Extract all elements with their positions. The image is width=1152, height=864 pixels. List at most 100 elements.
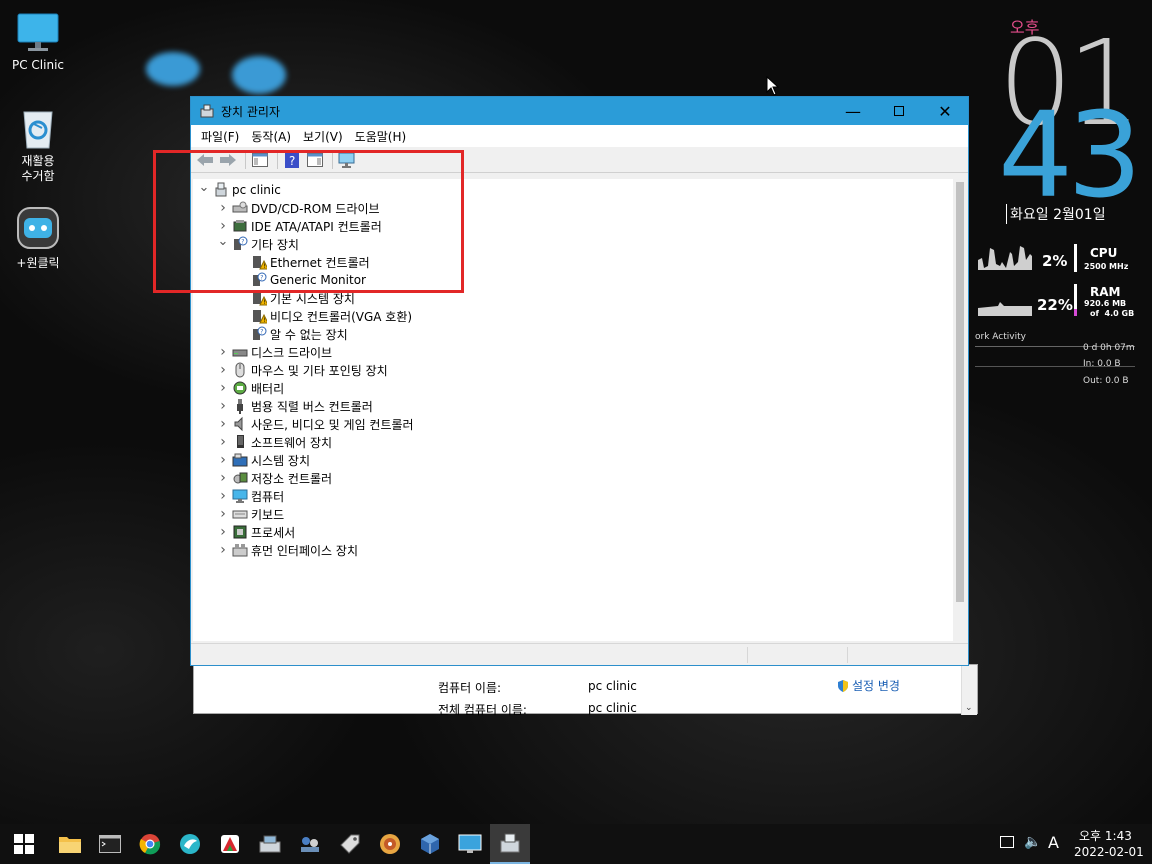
- disc-icon: [380, 834, 400, 854]
- tree-node[interactable]: › 범용 직렬 버스 컨트롤러: [216, 397, 373, 415]
- taskbar-disk-utility[interactable]: [330, 824, 370, 864]
- ram-graph: [978, 302, 1032, 316]
- taskbar-device-manager[interactable]: [490, 824, 530, 864]
- ram-used: 920.6 MB: [1084, 299, 1127, 308]
- hid-device-icon: [232, 542, 248, 558]
- taskbar-chrome[interactable]: [130, 824, 170, 864]
- usb-device-icon: [232, 398, 248, 414]
- unknown-device-icon: ?: [251, 326, 267, 342]
- minimize-button[interactable]: —: [830, 97, 876, 125]
- tree-node-label: 소프트웨어 장치: [251, 435, 333, 450]
- taskbar-remote-desktop[interactable]: [450, 824, 490, 864]
- ram-percent: 22%: [1037, 296, 1073, 314]
- terminal-icon: [99, 835, 121, 853]
- red-app-icon: [221, 835, 239, 853]
- chevron-right-icon[interactable]: ›: [216, 452, 230, 468]
- tree-node-label: 비디오 컨트롤러(VGA 호환): [270, 309, 413, 324]
- network-out: Out: 0.0 B: [1083, 376, 1129, 386]
- title-bar[interactable]: 장치 관리자 — ✕: [191, 97, 968, 125]
- tree-node-label: 마우스 및 기타 포인팅 장치: [251, 363, 388, 378]
- tree-node-label: 배터리: [251, 381, 285, 396]
- ram-bar: [1074, 284, 1077, 316]
- tree-node[interactable]: › 디스크 드라이브: [216, 343, 332, 361]
- clock-date: 화요일 2월01일: [1006, 204, 1106, 224]
- chevron-right-icon[interactable]: ›: [216, 398, 230, 414]
- start-button[interactable]: [0, 824, 48, 864]
- tree-node[interactable]: › 휴먼 인터페이스 장치: [216, 541, 358, 559]
- taskbar-virtualbox[interactable]: [410, 824, 450, 864]
- recycle-bin-icon: [16, 106, 60, 150]
- svg-text:!: !: [263, 299, 265, 306]
- input-language-indicator[interactable]: A: [1048, 833, 1059, 852]
- menu-bar: 파일(F) 동작(A) 보기(V) 도움말(H): [191, 125, 968, 147]
- chevron-right-icon[interactable]: ›: [216, 488, 230, 504]
- tree-node[interactable]: › 마우스 및 기타 포인팅 장치: [216, 361, 388, 379]
- tree-node[interactable]: ! 비디오 컨트롤러(VGA 호환): [235, 307, 412, 325]
- tree-node[interactable]: › 컴퓨터: [216, 487, 284, 505]
- chevron-right-icon[interactable]: ›: [216, 362, 230, 378]
- tree-node-label: 범용 직렬 버스 컨트롤러: [251, 399, 373, 414]
- cpu-bar: [1074, 244, 1077, 272]
- full-computer-name-label: 전체 컴퓨터 이름:: [438, 703, 527, 717]
- folder-icon: [59, 837, 81, 853]
- chevron-right-icon[interactable]: ›: [216, 506, 230, 522]
- scroll-down-arrow-icon[interactable]: ⌄: [965, 703, 973, 713]
- tree-node[interactable]: › 사운드, 비디오 및 게임 컨트롤러: [216, 415, 413, 433]
- taskbar-network-utility[interactable]: [290, 824, 330, 864]
- chevron-right-icon[interactable]: ›: [216, 470, 230, 486]
- tree-node[interactable]: › 프로세서: [216, 523, 295, 541]
- chevron-right-icon[interactable]: ›: [216, 542, 230, 558]
- change-settings-link[interactable]: 설정 변경: [836, 677, 900, 694]
- menu-action[interactable]: 동작(A): [245, 128, 297, 145]
- taskbar-media-player[interactable]: [370, 824, 410, 864]
- network-in: In: 0.0 B: [1083, 359, 1121, 369]
- chevron-right-icon[interactable]: ›: [216, 344, 230, 360]
- tree-node[interactable]: › 저장소 컨트롤러: [216, 469, 332, 487]
- close-button[interactable]: ✕: [922, 97, 968, 125]
- monitor-device-icon: [232, 488, 248, 504]
- desktop-icon-pc-clinic[interactable]: PC Clinic: [0, 10, 76, 72]
- tree-node[interactable]: › 시스템 장치: [216, 451, 310, 469]
- tree-node[interactable]: › 배터리: [216, 379, 284, 397]
- scrollbar[interactable]: ⌄: [961, 665, 977, 715]
- desktop-icon-one-click[interactable]: +원클릭: [0, 206, 76, 271]
- scrollbar-thumb[interactable]: [956, 182, 964, 602]
- network-users-icon: [301, 837, 319, 852]
- tree-node-label: 컴퓨터: [251, 489, 285, 504]
- menu-view[interactable]: 보기(V): [297, 128, 349, 145]
- taskbar-date[interactable]: 2022-02-01: [1074, 845, 1144, 859]
- taskbar-file-explorer[interactable]: [50, 824, 90, 864]
- cpu-label: CPU: [1090, 246, 1118, 260]
- taskbar-device-utility[interactable]: [250, 824, 290, 864]
- taskbar-command-prompt[interactable]: [90, 824, 130, 864]
- chevron-right-icon[interactable]: ›: [216, 416, 230, 432]
- taskbar-time[interactable]: 오후 1:43: [1079, 827, 1132, 844]
- menu-file[interactable]: 파일(F): [195, 128, 245, 145]
- status-divider: [747, 647, 748, 663]
- tree-node[interactable]: › 소프트웨어 장치: [216, 433, 332, 451]
- chevron-right-icon[interactable]: ›: [216, 524, 230, 540]
- wallpaper-glow-left: [146, 52, 200, 86]
- mouse-cursor-icon: [766, 76, 780, 96]
- mouse-device-icon: [232, 362, 248, 378]
- taskbar-app-red[interactable]: [210, 824, 250, 864]
- volume-icon[interactable]: 🔈: [1024, 834, 1041, 850]
- tree-node[interactable]: ? 알 수 없는 장치: [235, 325, 348, 343]
- taskbar-app-bird[interactable]: [170, 824, 210, 864]
- action-center-icon[interactable]: [1000, 836, 1014, 848]
- menu-help[interactable]: 도움말(H): [349, 128, 413, 145]
- hardware-icon: [259, 835, 281, 853]
- software-device-icon: [232, 434, 248, 450]
- maximize-button[interactable]: [876, 97, 922, 125]
- monitor-icon: [16, 10, 60, 54]
- ram-label: RAM: [1090, 285, 1121, 299]
- chevron-right-icon[interactable]: ›: [216, 434, 230, 450]
- uptime: 0 d 0h 07m: [1083, 343, 1135, 353]
- tree-node[interactable]: › 키보드: [216, 505, 284, 523]
- status-bar: [191, 643, 968, 665]
- desktop-icon-recycle-bin[interactable]: 재활용 수거함: [0, 106, 76, 184]
- battery-device-icon: [232, 380, 248, 396]
- chevron-right-icon[interactable]: ›: [216, 380, 230, 396]
- computer-name-value: pc clinic: [588, 679, 637, 693]
- vertical-scrollbar[interactable]: [953, 179, 967, 641]
